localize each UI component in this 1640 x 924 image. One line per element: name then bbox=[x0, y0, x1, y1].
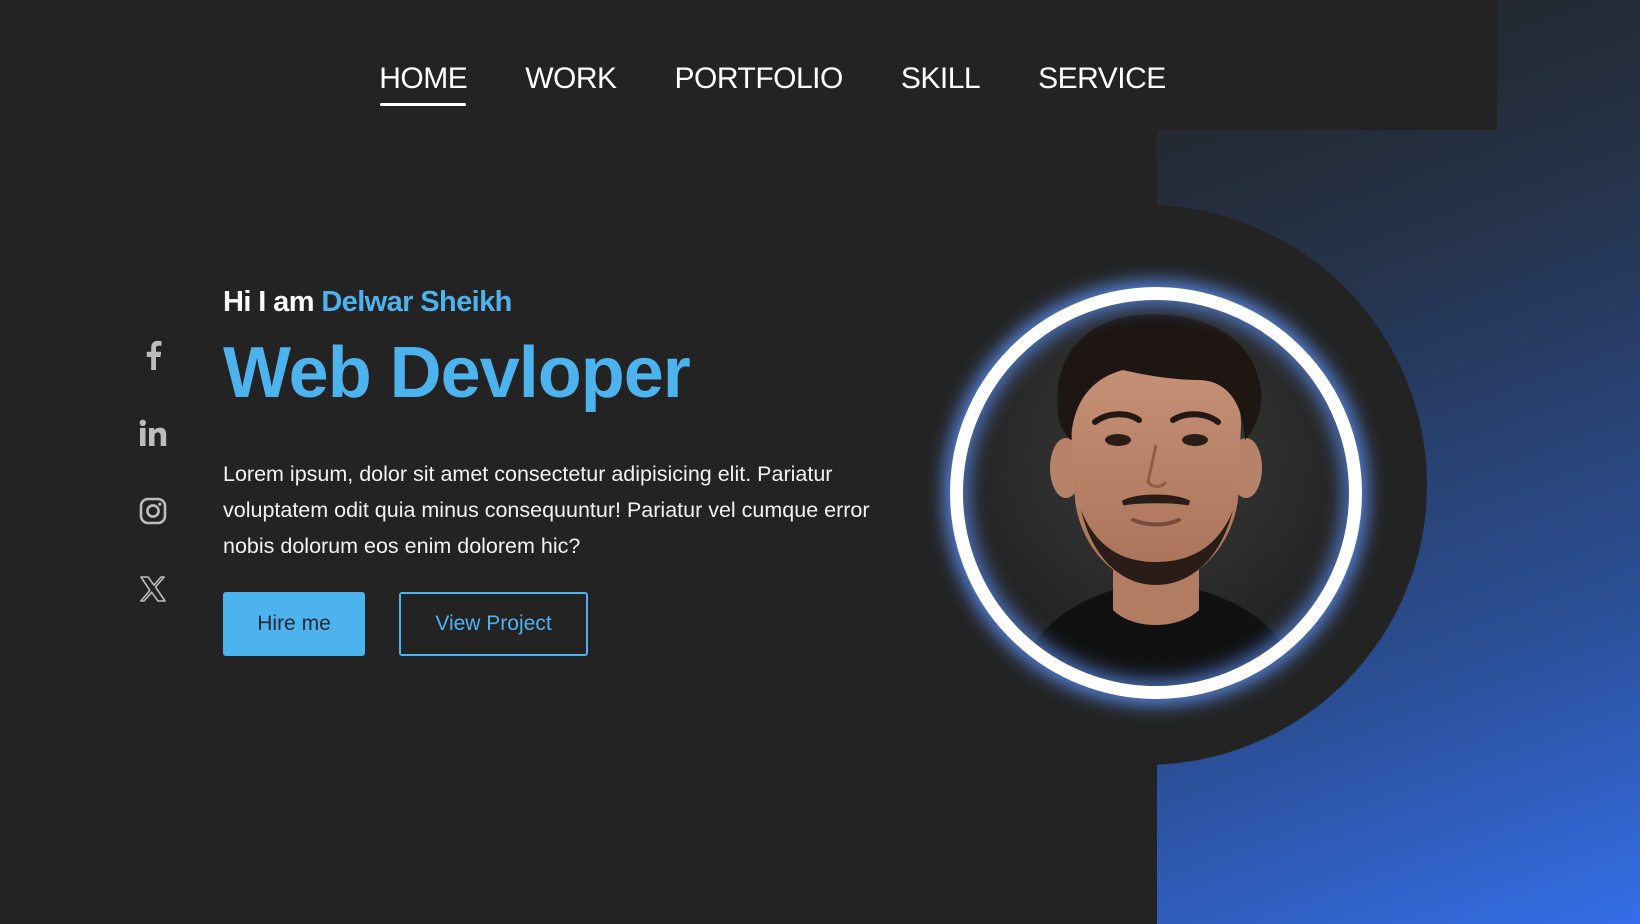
avatar-glow-ring bbox=[950, 287, 1362, 699]
author-name: Delwar Sheikh bbox=[321, 286, 512, 318]
hire-me-button[interactable]: Hire me bbox=[223, 592, 365, 656]
nav-item-work[interactable]: WORK bbox=[525, 56, 617, 106]
main-navigation: HOME WORK PORTFOLIO SKILL SERVICE bbox=[0, 56, 1640, 106]
instagram-icon[interactable] bbox=[133, 491, 173, 531]
view-project-button[interactable]: View Project bbox=[399, 592, 588, 656]
greeting-heading: Hi I am Delwar Sheikh bbox=[223, 280, 923, 324]
nav-item-service[interactable]: SERVICE bbox=[1038, 56, 1166, 106]
nav-item-home[interactable]: HOME bbox=[379, 56, 468, 106]
nav-item-skill[interactable]: SKILL bbox=[901, 56, 981, 106]
nav-list: HOME WORK PORTFOLIO SKILL SERVICE bbox=[350, 56, 1195, 106]
linkedin-icon[interactable] bbox=[133, 413, 173, 453]
avatar bbox=[950, 287, 1362, 699]
hero-description: Lorem ipsum, dolor sit amet consectetur … bbox=[223, 462, 870, 558]
nav-item-portfolio[interactable]: PORTFOLIO bbox=[675, 56, 844, 106]
hero-title: Web Devloper bbox=[223, 333, 691, 413]
facebook-icon[interactable] bbox=[133, 335, 173, 375]
social-links bbox=[133, 335, 173, 647]
hero-buttons: Hire me View Project bbox=[223, 592, 923, 656]
hero-section: Hi I am Delwar Sheikh Web Devloper Lorem… bbox=[223, 280, 923, 656]
x-twitter-icon[interactable] bbox=[133, 569, 173, 609]
greeting-prefix: Hi I am bbox=[223, 286, 322, 318]
